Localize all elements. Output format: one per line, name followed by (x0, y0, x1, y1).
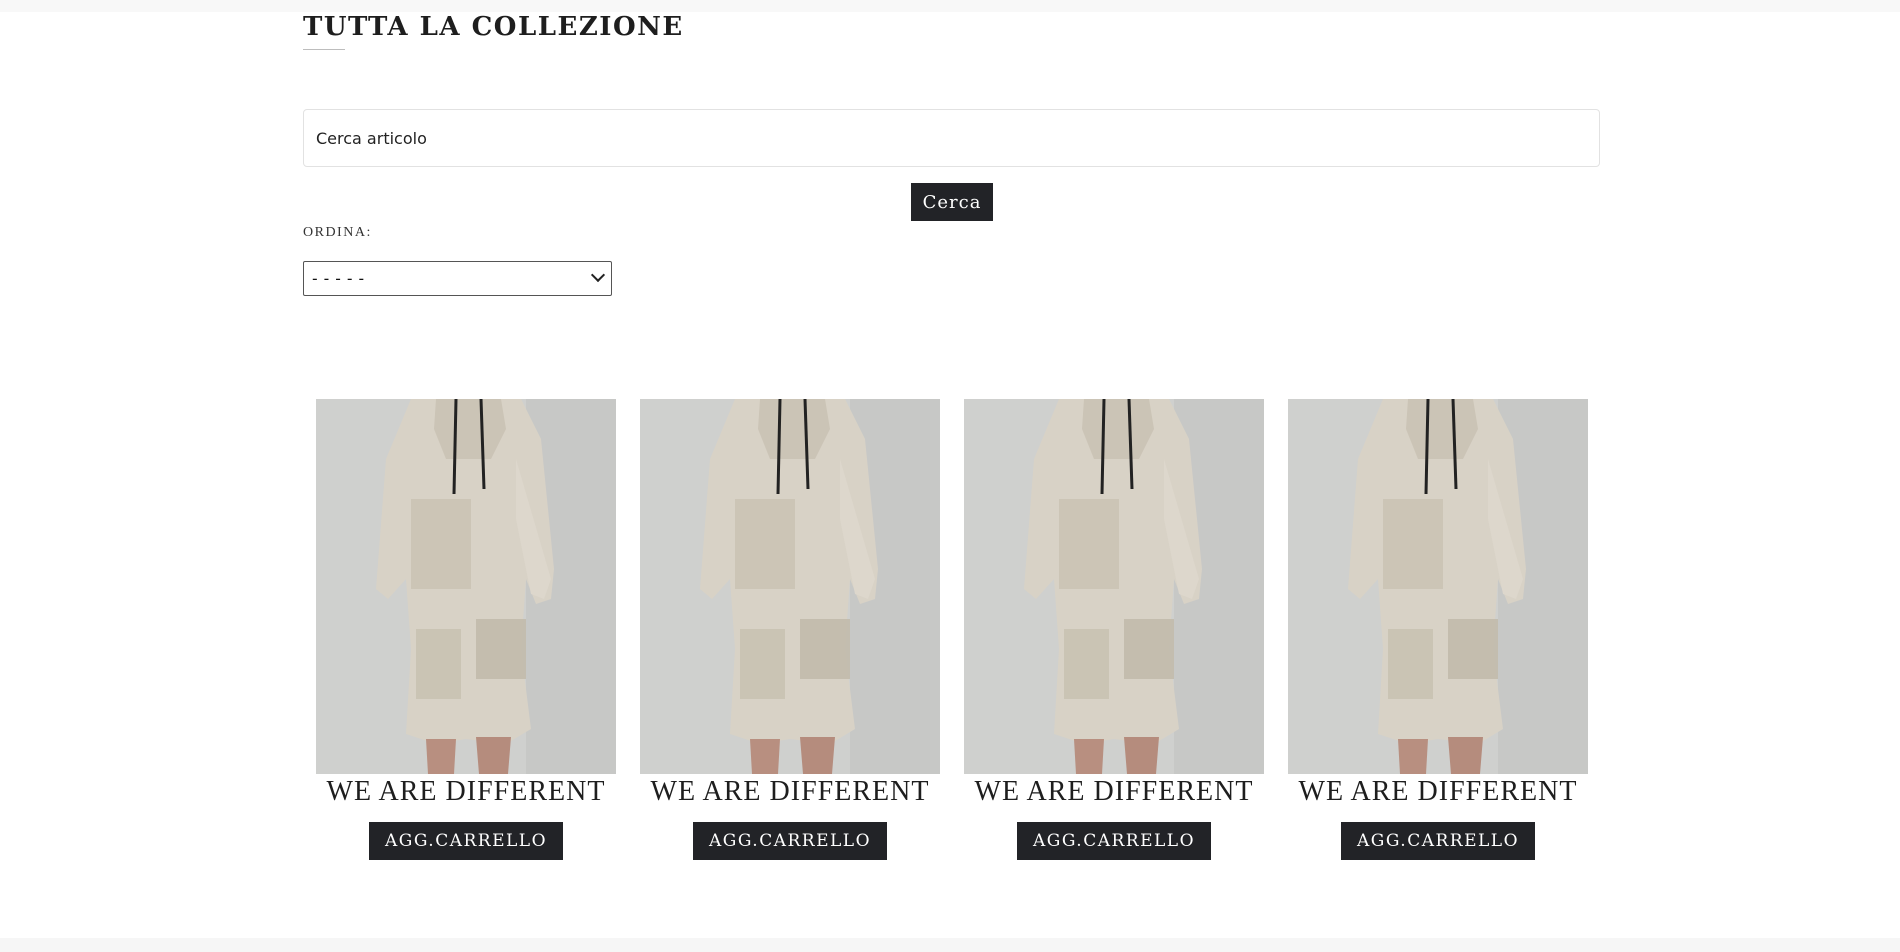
product-card: WE ARE DIFFERENT AGG.CARRELLO (1288, 399, 1588, 861)
footer-band (0, 938, 1900, 952)
add-to-cart-button[interactable]: AGG.CARRELLO (369, 822, 563, 860)
search-input[interactable] (303, 109, 1600, 167)
product-image[interactable] (1288, 399, 1588, 774)
product-name[interactable]: WE ARE DIFFERENT (964, 776, 1264, 808)
model-illustration (316, 399, 616, 774)
product-card: WE ARE DIFFERENT AGG.CARRELLO (964, 399, 1264, 861)
product-image[interactable] (316, 399, 616, 774)
product-grid: WE ARE DIFFERENT AGG.CARRELLO WE ARE DIF… (316, 399, 1588, 861)
add-to-cart-button[interactable]: AGG.CARRELLO (1017, 822, 1211, 860)
sort-selected-value: ----- (310, 269, 369, 288)
product-image[interactable] (640, 399, 940, 774)
add-to-cart-button[interactable]: AGG.CARRELLO (693, 822, 887, 860)
product-image[interactable] (964, 399, 1264, 774)
product-card: WE ARE DIFFERENT AGG.CARRELLO (316, 399, 616, 861)
page-title: TUTTA LA COLLEZIONE (303, 12, 684, 42)
product-name[interactable]: WE ARE DIFFERENT (640, 776, 940, 808)
top-band (0, 0, 1900, 12)
add-to-cart-button[interactable]: AGG.CARRELLO (1341, 822, 1535, 860)
sort-select[interactable]: ----- (303, 261, 612, 296)
title-underline (303, 49, 345, 50)
chevron-down-icon (590, 267, 606, 283)
product-card: WE ARE DIFFERENT AGG.CARRELLO (640, 399, 940, 861)
model-illustration (964, 399, 1264, 774)
search-button[interactable]: Cerca (911, 183, 993, 221)
model-illustration (1288, 399, 1588, 774)
product-name[interactable]: WE ARE DIFFERENT (316, 776, 616, 808)
product-name[interactable]: WE ARE DIFFERENT (1288, 776, 1588, 808)
sort-label: ORDINA: (303, 225, 372, 240)
model-illustration (640, 399, 940, 774)
